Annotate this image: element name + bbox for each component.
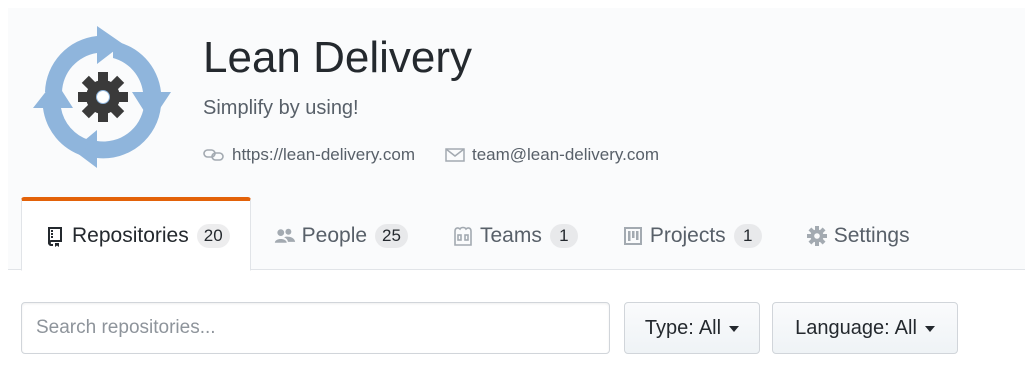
tab-repositories[interactable]: Repositories 20 <box>21 197 251 271</box>
tab-people-count: 25 <box>375 223 408 248</box>
org-tabs: Repositories 20 People 25 Teams 1 Projec… <box>21 197 931 271</box>
tab-teams-count: 1 <box>549 223 578 248</box>
chevron-down-icon <box>729 326 740 332</box>
type-filter-value: All <box>698 316 722 339</box>
language-filter-value: All <box>894 316 917 339</box>
tab-projects-count: 1 <box>733 223 762 248</box>
org-email-link[interactable]: team@lean-delivery.com <box>472 145 659 165</box>
org-meta: https://lean-delivery.com team@lean-deli… <box>203 143 659 167</box>
org-website: https://lean-delivery.com <box>203 145 415 165</box>
org-email: team@lean-delivery.com <box>445 145 659 165</box>
link-icon <box>203 149 224 161</box>
tab-repositories-count: 20 <box>196 223 230 248</box>
tab-projects-label: Projects <box>649 223 726 247</box>
chevron-down-icon <box>924 326 935 332</box>
language-filter-button[interactable]: Language: All <box>772 302 958 354</box>
repo-icon <box>44 225 66 247</box>
type-filter-prefix: Type: <box>644 316 694 339</box>
tab-projects[interactable]: Projects 1 <box>599 197 783 271</box>
org-description: Simplify by using! <box>203 97 359 119</box>
search-repositories-input[interactable] <box>21 302 610 354</box>
tab-people-label: People <box>301 223 368 247</box>
teams-icon <box>452 225 474 247</box>
org-name: Lean Delivery <box>203 33 473 82</box>
tab-repositories-label: Repositories <box>72 223 189 247</box>
tab-teams-label: Teams <box>479 223 542 247</box>
tab-settings[interactable]: Settings <box>783 197 931 271</box>
org-avatar[interactable] <box>33 22 173 172</box>
tab-settings-label: Settings <box>833 223 910 247</box>
tab-teams[interactable]: Teams 1 <box>429 197 599 271</box>
org-website-link[interactable]: https://lean-delivery.com <box>232 145 415 165</box>
gear-icon <box>806 225 828 247</box>
type-filter-button[interactable]: Type: All <box>624 302 760 354</box>
recycle-gear-logo-icon <box>33 26 171 168</box>
people-icon <box>274 225 296 247</box>
mail-icon <box>445 148 465 162</box>
projects-icon <box>622 225 644 247</box>
org-page: Lean Delivery Simplify by using! https:/… <box>0 0 1025 375</box>
language-filter-prefix: Language: <box>795 316 890 339</box>
tab-people[interactable]: People 25 <box>251 197 429 271</box>
